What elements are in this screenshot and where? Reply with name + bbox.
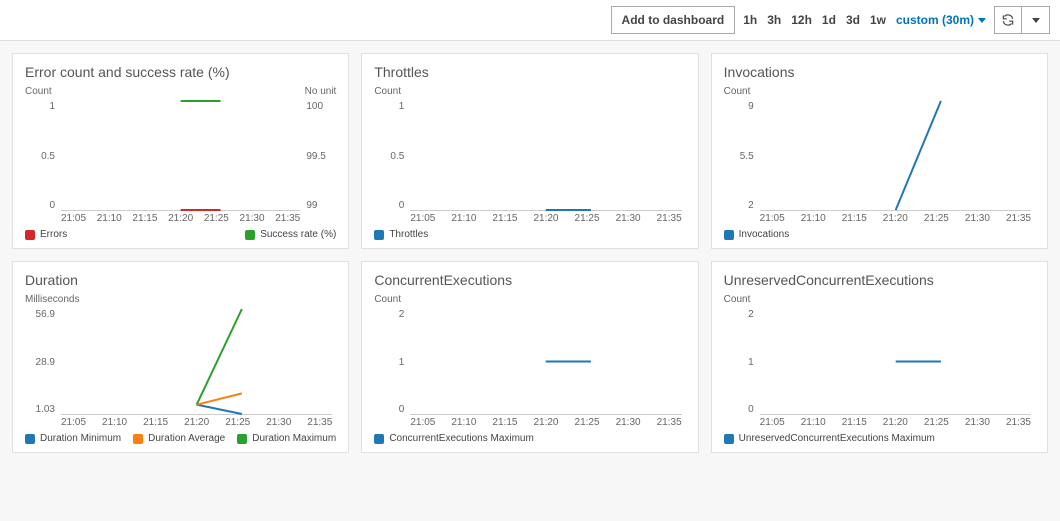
card-duration: Duration Milliseconds 56.9 28.9 1.03 21:… — [12, 261, 349, 453]
chart-body: 1 0.5 0 100 99.5 99 21:05 21:10 21:15 21… — [25, 101, 336, 225]
legend: UnreservedConcurrentExecutions Maximum — [724, 433, 1035, 444]
legend-item[interactable]: Duration Average — [133, 433, 225, 444]
chart-body: 56.9 28.9 1.03 21:05 21:10 21:15 21:20 2… — [25, 309, 336, 429]
card-title: Duration — [25, 272, 336, 288]
legend-item[interactable]: Duration Minimum — [25, 433, 121, 444]
swatch — [374, 230, 384, 240]
y-label: Count — [724, 294, 1035, 305]
y-left-ticks: 1 0.5 0 — [25, 101, 59, 211]
y-label: Count — [374, 86, 685, 97]
y-right-ticks: 100 99.5 99 — [302, 101, 336, 211]
swatch — [724, 434, 734, 444]
caret-down-icon — [978, 18, 986, 23]
card-error-success: Error count and success rate (%) Count N… — [12, 53, 349, 249]
range-1h[interactable]: 1h — [743, 13, 757, 27]
y-right-label: No unit — [305, 86, 337, 97]
y-label: Milliseconds — [25, 294, 336, 305]
legend: Errors Success rate (%) — [25, 229, 336, 240]
range-3h[interactable]: 3h — [767, 13, 781, 27]
swatch — [133, 434, 143, 444]
swatch — [237, 434, 247, 444]
swatch — [374, 434, 384, 444]
legend-item[interactable]: Errors — [25, 229, 67, 240]
refresh-button[interactable] — [994, 6, 1022, 34]
legend-item[interactable]: UnreservedConcurrentExecutions Maximum — [724, 433, 935, 444]
y-ticks: 1 0.5 0 — [374, 101, 408, 211]
legend-item[interactable]: Invocations — [724, 229, 790, 240]
plot-area[interactable] — [61, 101, 300, 211]
card-title: Throttles — [374, 64, 685, 80]
card-title: ConcurrentExecutions — [374, 272, 685, 288]
y-ticks: 2 1 0 — [724, 309, 758, 415]
plot-area[interactable] — [760, 309, 1031, 415]
plot-area[interactable] — [61, 309, 332, 415]
legend: Invocations — [724, 229, 1035, 240]
x-ticks: 21:05 21:10 21:15 21:20 21:25 21:30 21:3… — [61, 417, 332, 429]
range-1d[interactable]: 1d — [822, 13, 836, 27]
card-title: Error count and success rate (%) — [25, 64, 336, 80]
refresh-icon — [1001, 13, 1015, 27]
card-throttles: Throttles Count 1 0.5 0 21:05 21:10 21:1… — [361, 53, 698, 249]
chart-body: 2 1 0 21:05 21:10 21:15 21:20 21:25 21:3… — [374, 309, 685, 429]
time-range-picker: 1h 3h 12h 1d 3d 1w custom (30m) — [743, 13, 986, 27]
add-to-dashboard-button[interactable]: Add to dashboard — [611, 6, 736, 34]
swatch — [245, 230, 255, 240]
caret-down-icon — [1032, 18, 1040, 23]
chart-body: 1 0.5 0 21:05 21:10 21:15 21:20 21:25 21… — [374, 101, 685, 225]
metrics-grid: Error count and success rate (%) Count N… — [0, 41, 1060, 465]
x-ticks: 21:05 21:10 21:15 21:20 21:25 21:30 21:3… — [61, 213, 300, 225]
toolbar: Add to dashboard 1h 3h 12h 1d 3d 1w cust… — [0, 0, 1060, 41]
swatch — [25, 230, 35, 240]
swatch — [724, 230, 734, 240]
plot-area[interactable] — [410, 101, 681, 211]
range-custom-label: custom (30m) — [896, 13, 974, 27]
legend-item[interactable]: Success rate (%) — [245, 229, 336, 240]
legend-item[interactable]: Throttles — [374, 229, 428, 240]
legend: ConcurrentExecutions Maximum — [374, 433, 685, 444]
plot-area[interactable] — [760, 101, 1031, 211]
x-ticks: 21:05 21:10 21:15 21:20 21:25 21:30 21:3… — [760, 417, 1031, 429]
chart-body: 2 1 0 21:05 21:10 21:15 21:20 21:25 21:3… — [724, 309, 1035, 429]
y-left-label: Count — [25, 86, 52, 97]
y-label: Count — [374, 294, 685, 305]
range-12h[interactable]: 12h — [791, 13, 812, 27]
legend-item[interactable]: Duration Maximum — [237, 433, 336, 444]
card-unreserved-concurrent: UnreservedConcurrentExecutions Count 2 1… — [711, 261, 1048, 453]
y-ticks: 56.9 28.9 1.03 — [25, 309, 59, 415]
range-1w[interactable]: 1w — [870, 13, 886, 27]
range-custom[interactable]: custom (30m) — [896, 13, 986, 27]
legend-item[interactable]: ConcurrentExecutions Maximum — [374, 433, 534, 444]
range-3d[interactable]: 3d — [846, 13, 860, 27]
y-label: Count — [724, 86, 1035, 97]
x-ticks: 21:05 21:10 21:15 21:20 21:25 21:30 21:3… — [410, 417, 681, 429]
card-title: Invocations — [724, 64, 1035, 80]
refresh-menu-button[interactable] — [1022, 6, 1050, 34]
x-ticks: 21:05 21:10 21:15 21:20 21:25 21:30 21:3… — [410, 213, 681, 225]
card-concurrent: ConcurrentExecutions Count 2 1 0 21:05 2… — [361, 261, 698, 453]
chart-body: 9 5.5 2 21:05 21:10 21:15 21:20 21:25 21… — [724, 101, 1035, 225]
card-invocations: Invocations Count 9 5.5 2 21:05 21:10 21… — [711, 53, 1048, 249]
card-title: UnreservedConcurrentExecutions — [724, 272, 1035, 288]
y-ticks: 2 1 0 — [374, 309, 408, 415]
y-ticks: 9 5.5 2 — [724, 101, 758, 211]
x-ticks: 21:05 21:10 21:15 21:20 21:25 21:30 21:3… — [760, 213, 1031, 225]
legend: Duration Minimum Duration Average Durati… — [25, 433, 336, 444]
plot-area[interactable] — [410, 309, 681, 415]
swatch — [25, 434, 35, 444]
refresh-button-group — [994, 6, 1050, 34]
legend: Throttles — [374, 229, 685, 240]
